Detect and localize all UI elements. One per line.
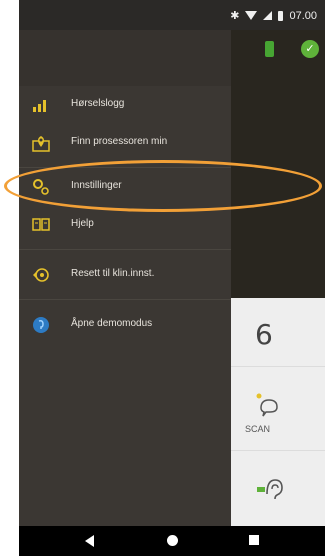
status-time: 07.00 [289, 9, 317, 22]
scan-label[interactable]: SCAN [245, 424, 270, 434]
menu-label: Resett til klin.innst. [71, 268, 155, 279]
menu-label: Åpne demomodus [71, 318, 153, 329]
menu-item-demomodus[interactable]: Åpne demomodus [19, 306, 231, 344]
home-icon[interactable] [167, 535, 178, 546]
menu-item-resett[interactable]: Resett til klin.innst. [19, 256, 231, 294]
reset-icon [31, 265, 51, 285]
demo-icon [31, 315, 51, 335]
menu-label: Hjelp [71, 218, 94, 229]
battery-icon [278, 10, 284, 21]
menu-divider [19, 299, 231, 300]
menu-item-innstillinger[interactable]: Innstillinger [19, 168, 231, 206]
navigation-drawer: Hørselslogg Finn prosessoren min Innstil… [19, 30, 231, 526]
status-bar: ✱ 07.00 [19, 0, 325, 30]
program-number[interactable]: 6 [255, 318, 273, 351]
screenshot-left-border [0, 0, 19, 556]
drawer-header [19, 30, 231, 86]
book-icon [31, 215, 51, 235]
map-pin-icon [31, 133, 51, 153]
menu-item-horselslogg[interactable]: Hørselslogg [19, 86, 231, 124]
menu-label: Finn prosessoren min [71, 136, 168, 147]
menu-label: Innstillinger [71, 180, 122, 191]
connected-check-icon: ✓ [301, 40, 319, 58]
menu-item-finn-prosessoren[interactable]: Finn prosessoren min [19, 124, 231, 162]
scan-icon[interactable] [255, 392, 281, 427]
recent-apps-icon[interactable] [249, 535, 259, 545]
wifi-icon [245, 11, 258, 20]
processor-battery-icon [265, 41, 274, 57]
system-nav-bar [19, 526, 325, 556]
gears-icon [31, 177, 51, 197]
ear-icon[interactable] [255, 474, 285, 509]
bar-chart-icon [31, 95, 51, 115]
status-icons: ✱ 07.00 [230, 9, 317, 23]
signal-icon [263, 11, 273, 20]
back-icon[interactable] [85, 535, 94, 547]
app-background-top [231, 30, 325, 298]
app-divider [231, 450, 325, 451]
menu-label: Hørselslogg [71, 98, 125, 109]
menu-divider [19, 249, 231, 250]
menu-item-hjelp[interactable]: Hjelp [19, 206, 231, 244]
bluetooth-icon: ✱ [230, 10, 240, 22]
app-divider [231, 366, 325, 367]
phone-screen: ✱ 07.00 ✓ 6 SCAN Hørselslogg Finn proses… [19, 0, 325, 556]
